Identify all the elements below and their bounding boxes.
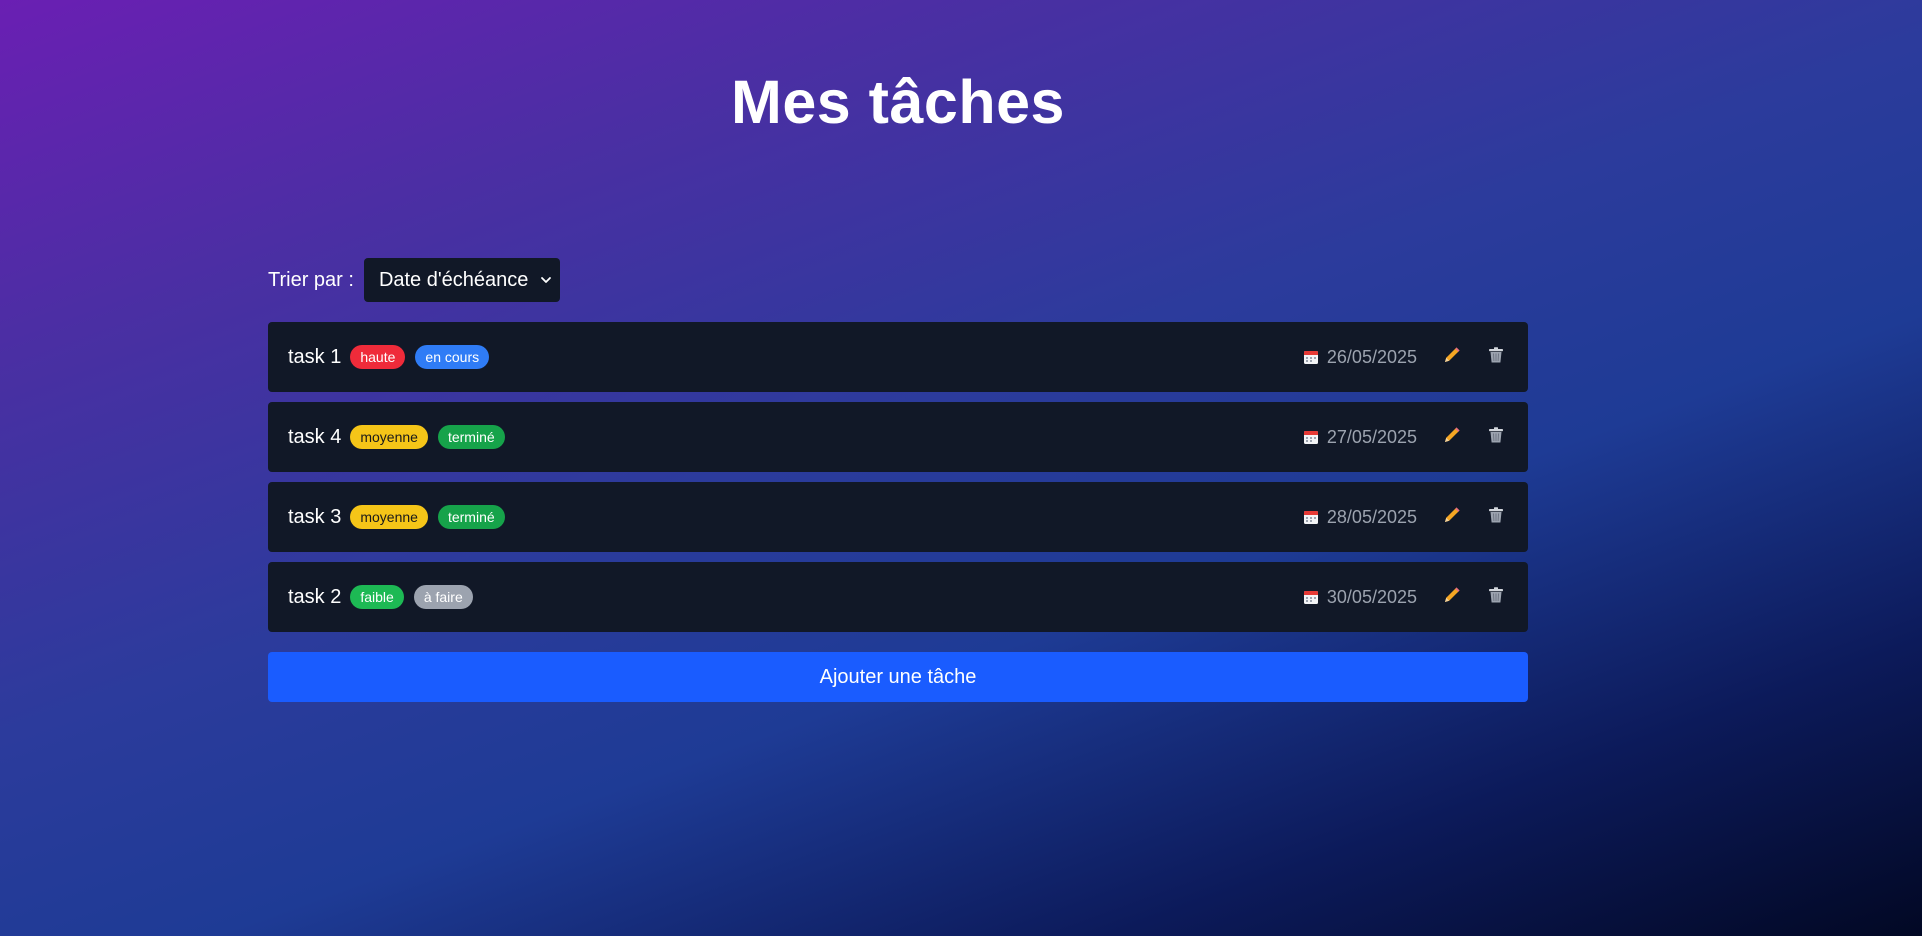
edit-button[interactable]: [1441, 506, 1463, 528]
status-badge: terminé: [437, 505, 505, 529]
task-info: task 3 moyenne terminé: [288, 505, 505, 529]
pencil-icon: [1442, 345, 1462, 370]
sort-label: Trier par :: [268, 268, 354, 291]
trash-icon: [1487, 506, 1505, 529]
edit-button[interactable]: [1441, 426, 1463, 448]
due-date-text: 30/05/2025: [1326, 586, 1417, 607]
sort-selected-value: Date d'échéance: [378, 268, 529, 291]
sort-bar: Trier par : Date d'échéance: [268, 258, 560, 302]
calendar-icon: [1303, 589, 1319, 605]
pencil-icon: [1442, 505, 1462, 530]
trash-icon: [1487, 346, 1505, 369]
task-info: task 4 moyenne terminé: [288, 425, 505, 449]
task-actions: 28/05/2025: [1303, 506, 1507, 528]
task-list: task 1 haute en cours 26/05/2025 task 4 …: [268, 322, 1528, 632]
delete-button[interactable]: [1485, 426, 1507, 448]
task-name: task 1: [288, 345, 342, 368]
add-task-label: Ajouter une tâche: [819, 665, 977, 688]
status-badge: en cours: [415, 345, 490, 369]
task-info: task 1 haute en cours: [288, 345, 490, 369]
due-date: 27/05/2025: [1303, 427, 1417, 448]
due-date-text: 26/05/2025: [1326, 346, 1417, 367]
task-row: task 2 faible à faire 30/05/2025: [268, 562, 1528, 632]
due-date-text: 27/05/2025: [1326, 426, 1417, 447]
delete-button[interactable]: [1485, 506, 1507, 528]
status-badge: à faire: [413, 585, 473, 609]
delete-button[interactable]: [1485, 586, 1507, 608]
chevron-down-icon: [540, 274, 552, 286]
pencil-icon: [1442, 425, 1462, 450]
add-task-button[interactable]: Ajouter une tâche: [268, 652, 1528, 702]
task-name: task 4: [288, 425, 342, 448]
due-date: 30/05/2025: [1303, 587, 1417, 608]
status-badge: terminé: [437, 425, 505, 449]
calendar-icon: [1303, 429, 1319, 445]
trash-icon: [1487, 426, 1505, 449]
task-row: task 1 haute en cours 26/05/2025: [268, 322, 1528, 392]
trash-icon: [1487, 586, 1505, 609]
task-row: task 4 moyenne terminé 27/05/2025: [268, 402, 1528, 472]
task-actions: 27/05/2025: [1303, 426, 1507, 448]
calendar-icon: [1303, 349, 1319, 365]
task-row: task 3 moyenne terminé 28/05/2025: [268, 482, 1528, 552]
due-date-text: 28/05/2025: [1326, 506, 1417, 527]
task-actions: 30/05/2025: [1303, 586, 1507, 608]
pencil-icon: [1442, 585, 1462, 610]
priority-badge: faible: [350, 585, 404, 609]
task-actions: 26/05/2025: [1303, 346, 1507, 368]
task-info: task 2 faible à faire: [288, 585, 473, 609]
priority-badge: haute: [350, 345, 406, 369]
due-date: 28/05/2025: [1303, 507, 1417, 528]
edit-button[interactable]: [1441, 346, 1463, 368]
due-date: 26/05/2025: [1303, 347, 1417, 368]
sort-select[interactable]: Date d'échéance: [363, 258, 560, 302]
task-name: task 3: [288, 505, 342, 528]
delete-button[interactable]: [1485, 346, 1507, 368]
priority-badge: moyenne: [350, 425, 428, 449]
calendar-icon: [1303, 509, 1319, 525]
priority-badge: moyenne: [350, 505, 428, 529]
edit-button[interactable]: [1441, 586, 1463, 608]
task-name: task 2: [288, 585, 342, 608]
page-title: Mes tâches: [731, 68, 1065, 136]
